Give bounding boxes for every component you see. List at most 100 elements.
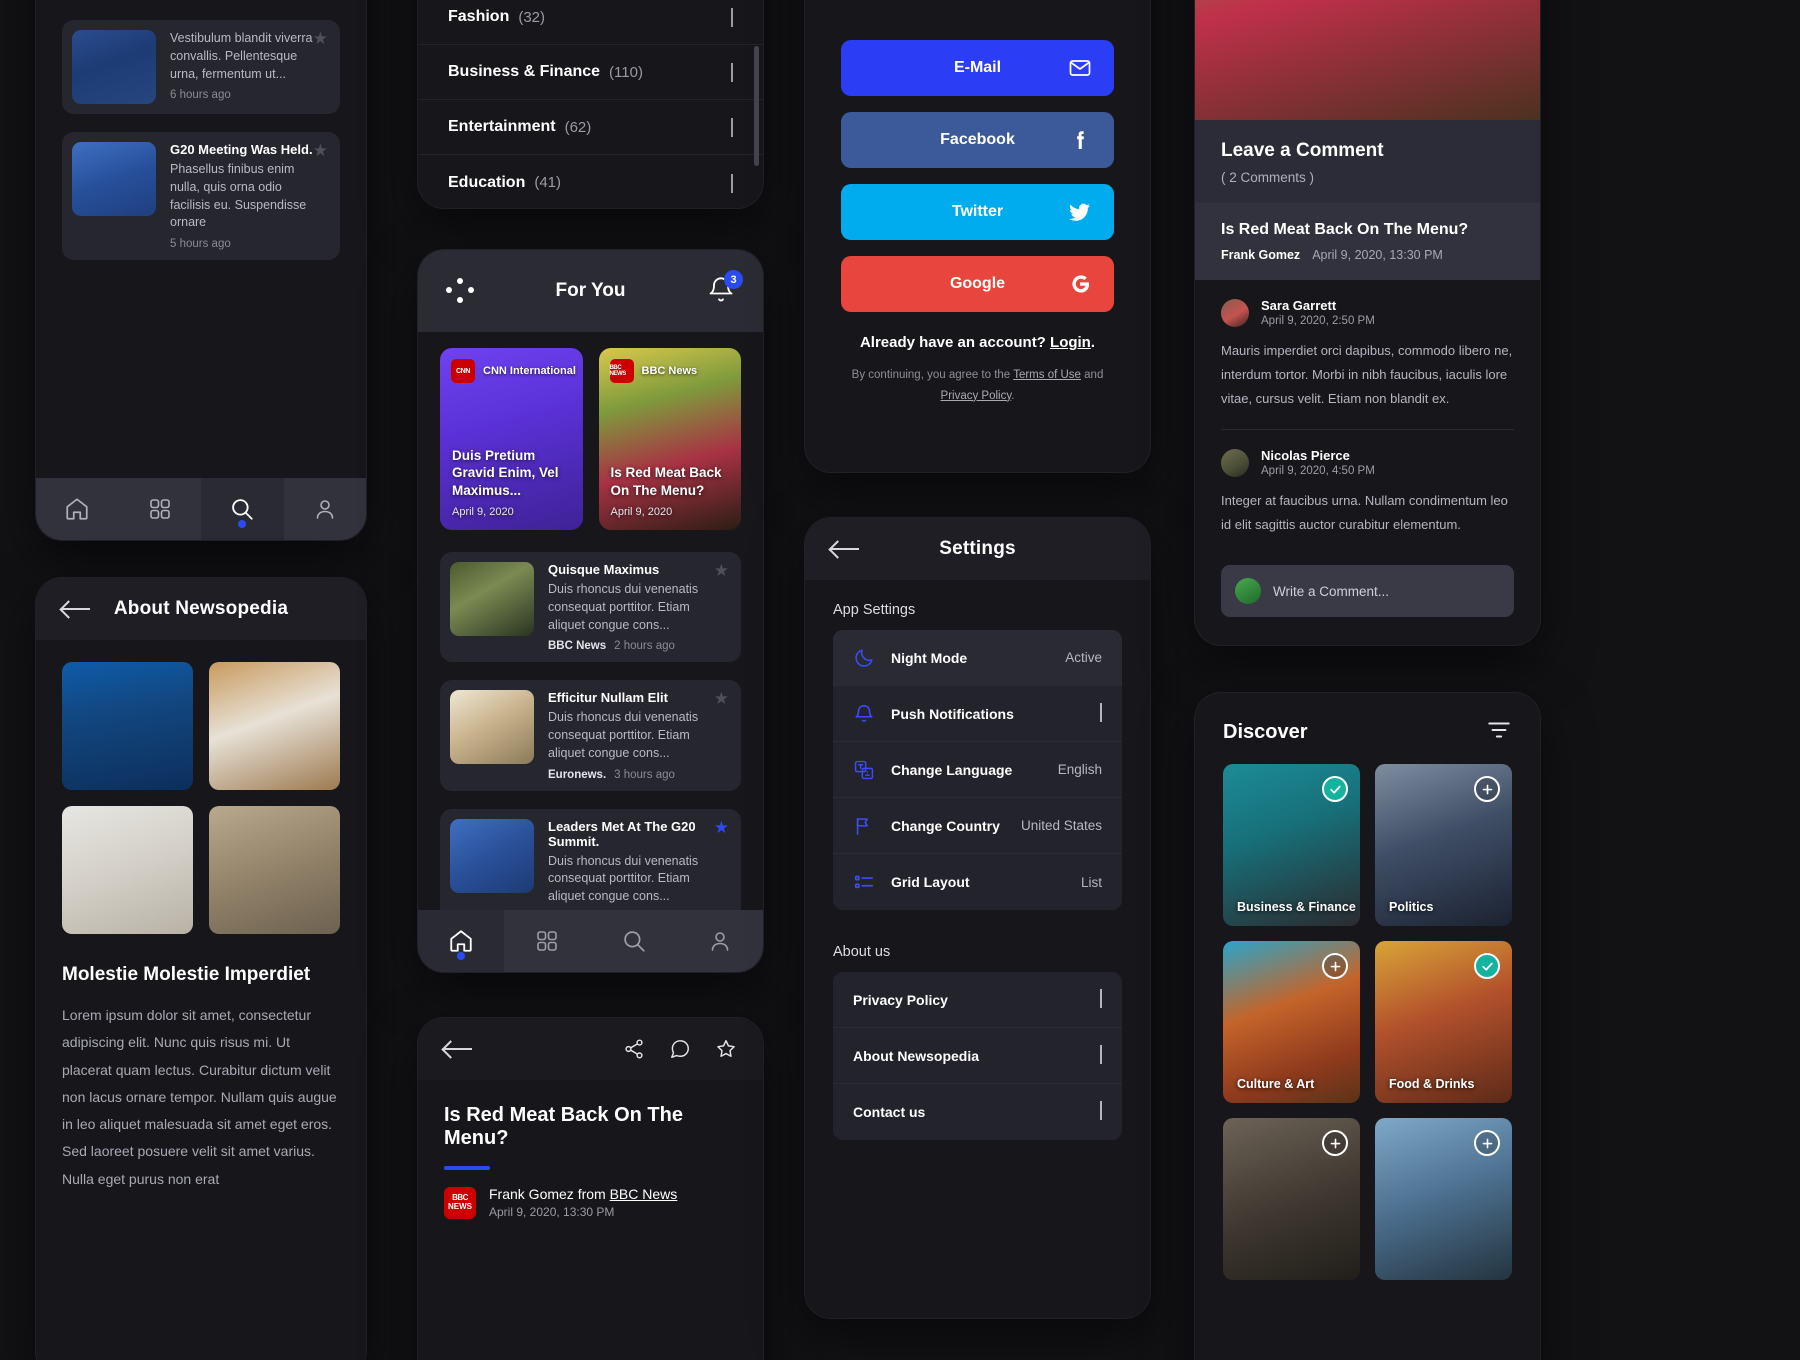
privacy-link[interactable]: Privacy Policy [941, 390, 1012, 402]
list-item[interactable]: Quisque Maximus Duis rhoncus dui venenat… [440, 552, 741, 663]
share-icon[interactable] [623, 1038, 645, 1060]
for-you-phone: For You 3 CNN CNN International Duis Pre… [418, 250, 763, 972]
add-icon-wrap[interactable] [1322, 1130, 1348, 1156]
setting-label: Privacy Policy [853, 991, 948, 1008]
article-meta: Frank Gomez April 9, 2020, 13:30 PM [1221, 248, 1514, 262]
discover-card[interactable] [1375, 1118, 1512, 1280]
google-icon [1072, 275, 1090, 293]
list-item-title: Efficitur Nullam Elit [548, 690, 668, 706]
avatar [1221, 298, 1249, 327]
nav-grid[interactable] [504, 910, 590, 972]
category-row[interactable]: Education (41) [418, 155, 763, 208]
bookmark-icon[interactable] [715, 1038, 737, 1060]
nav-grid[interactable] [119, 478, 202, 540]
list-item-desc: Duis rhoncus dui venenatis consequat por… [548, 710, 699, 760]
comment-item: Sara Garrett April 9, 2020, 2:50 PM Maur… [1195, 280, 1540, 419]
plus-icon [1482, 1138, 1492, 1148]
about-image-office [209, 662, 340, 790]
nav-profile[interactable] [677, 910, 763, 972]
discover-card[interactable]: Food & Drinks [1375, 941, 1512, 1103]
list-item[interactable]: Vestibulum blandit viverra convallis. Pe… [62, 20, 340, 114]
google-signup-button[interactable]: Google [841, 256, 1114, 312]
star-icon[interactable]: ★ [313, 30, 328, 47]
about-us-group: Privacy Policy About Newsopedia Contact … [833, 972, 1122, 1140]
category-label: Fashion [448, 8, 510, 25]
email-signup-button[interactable]: E-Mail [841, 40, 1114, 96]
featured-card[interactable]: CNN CNN International Duis Pretium Gravi… [440, 348, 583, 530]
scrollbar[interactable] [754, 46, 759, 166]
star-icon[interactable]: ★ [313, 142, 328, 159]
add-icon-wrap[interactable] [1474, 776, 1500, 802]
list-item-title: Quisque Maximus [548, 562, 660, 577]
card-source-name: CNN International [483, 365, 576, 377]
comments-article-ref[interactable]: Is Red Meat Back On The Menu? Frank Gome… [1195, 203, 1540, 280]
list-item[interactable]: G20 Meeting Was Held. Phasellus finibus … [62, 132, 340, 260]
chevron-right-icon [1100, 1044, 1102, 1064]
about-phone: About Newsopedia Molestie Molestie Imper… [36, 578, 366, 1360]
category-row[interactable]: Fashion (32) [418, 0, 763, 45]
category-row[interactable]: Entertainment (62) [418, 100, 763, 155]
add-icon-wrap[interactable] [1322, 953, 1348, 979]
setting-change-country[interactable]: Change Country United States [833, 798, 1122, 854]
comment-input-row[interactable]: Write a Comment... [1221, 565, 1514, 618]
discover-card[interactable] [1223, 1118, 1360, 1280]
nav-home[interactable] [418, 910, 505, 972]
setting-privacy-policy[interactable]: Privacy Policy [833, 972, 1122, 1028]
discover-card[interactable]: Business & Finance [1223, 764, 1360, 926]
card-source: CNN CNN International [451, 359, 576, 383]
thumbnail [72, 30, 156, 104]
back-icon[interactable] [831, 539, 861, 559]
article-date: April 9, 2020, 13:30 PM [1312, 248, 1443, 262]
bottom-navigation [418, 910, 763, 972]
setting-grid-layout[interactable]: Grid Layout List [833, 854, 1122, 910]
nav-search[interactable] [201, 478, 284, 540]
nav-home[interactable] [36, 478, 119, 540]
comment-icon[interactable] [669, 1038, 691, 1060]
selected-check-icon[interactable] [1474, 953, 1500, 979]
facebook-signup-button[interactable]: Facebook [841, 112, 1114, 168]
setting-night-mode[interactable]: Night Mode Active [833, 630, 1122, 686]
setting-push-notifications[interactable]: Push Notifications [833, 686, 1122, 742]
add-icon-wrap[interactable] [1474, 1130, 1500, 1156]
button-label: Google [949, 275, 1006, 292]
search-icon [232, 499, 253, 520]
article-date: April 9, 2020, 13:30 PM [489, 1205, 615, 1219]
setting-contact-us[interactable]: Contact us [833, 1084, 1122, 1140]
thumbnail [72, 142, 156, 216]
star-icon[interactable]: ★ [714, 819, 729, 836]
terms-link[interactable]: Terms of Use [1013, 369, 1081, 381]
article-byline: BBC NEWS Frank Gomez from BBC News April … [418, 1170, 763, 1219]
nav-profile[interactable] [284, 478, 367, 540]
comments-header: Leave a Comment ( 2 Comments ) [1195, 120, 1540, 203]
comment-input[interactable]: Write a Comment... [1273, 584, 1389, 599]
nav-search[interactable] [591, 910, 677, 972]
login-link[interactable]: Login [1050, 334, 1091, 351]
list-item[interactable]: Efficitur Nullam Elit Duis rhoncus dui v… [440, 680, 741, 791]
list-item-source: Euronews. [548, 768, 607, 781]
twitter-signup-button[interactable]: Twitter [841, 184, 1114, 240]
discover-screen: Discover Business & Finance Politics Cul… [1195, 693, 1540, 1360]
settings-screen: Settings App Settings Night Mode Active … [805, 518, 1150, 1318]
setting-value: Active [1065, 650, 1102, 665]
star-icon[interactable]: ★ [714, 562, 729, 579]
list-item-time: 5 hours ago [170, 238, 231, 250]
back-icon[interactable] [444, 1039, 474, 1059]
menu-dots-icon[interactable] [444, 276, 474, 306]
mail-icon [1069, 60, 1091, 76]
featured-card[interactable]: BBC NEWS BBC News Is Red Meat Back On Th… [598, 348, 741, 530]
discover-card-label: Business & Finance [1237, 900, 1356, 914]
login-prompt: Already have an account? Login. [859, 334, 1096, 351]
twitter-icon [1069, 203, 1090, 221]
discover-card[interactable]: Culture & Art [1223, 941, 1360, 1103]
setting-about-newsopedia[interactable]: About Newsopedia [833, 1028, 1122, 1084]
selected-check-icon[interactable] [1322, 776, 1348, 802]
back-icon[interactable] [62, 599, 92, 619]
setting-change-language[interactable]: Change Language English [833, 742, 1122, 798]
notifications-button[interactable]: 3 [707, 270, 743, 306]
setting-value: English [1057, 762, 1102, 777]
filter-icon[interactable] [1486, 717, 1512, 743]
star-icon[interactable]: ★ [714, 690, 729, 707]
category-row[interactable]: Business & Finance (110) [418, 45, 763, 100]
article-source[interactable]: BBC News [610, 1186, 678, 1202]
discover-card[interactable]: Politics [1375, 764, 1512, 926]
